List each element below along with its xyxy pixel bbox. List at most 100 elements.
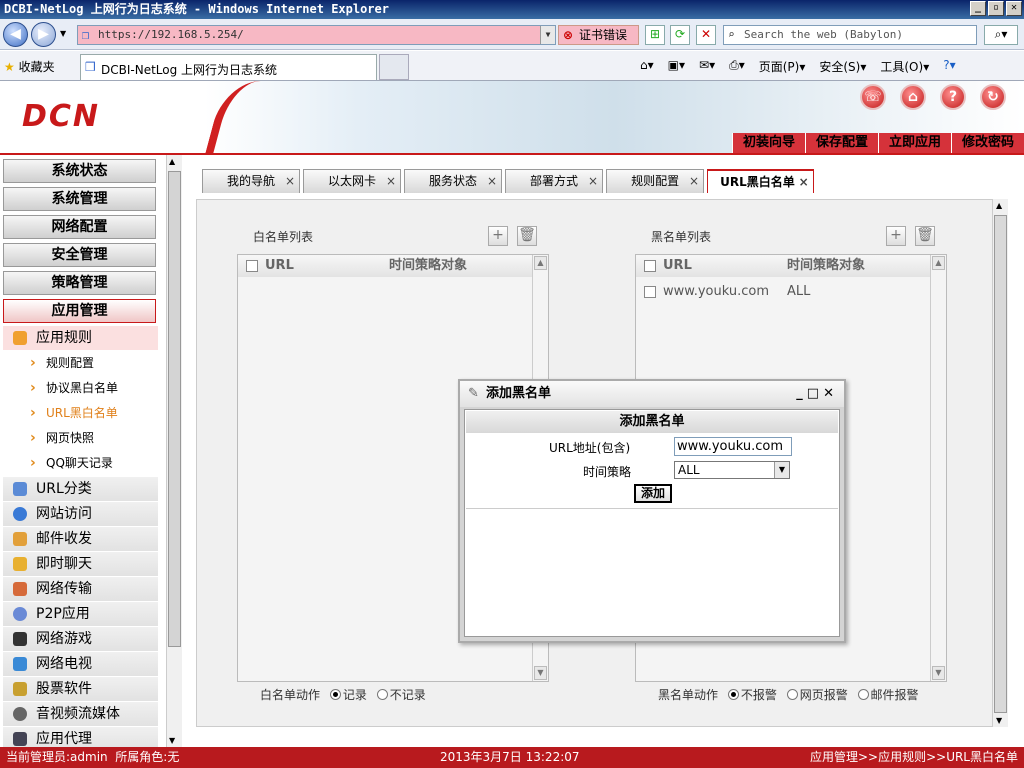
- sidebar-group-proxy[interactable]: 应用代理: [3, 727, 158, 747]
- sidebar-leaf-rule-config[interactable]: 规则配置: [26, 353, 94, 373]
- sidebar-group-im[interactable]: 即时聊天: [3, 552, 158, 576]
- menu-setup-wizard[interactable]: 初装向导: [731, 133, 805, 153]
- scroll-up-icon[interactable]: ▲: [932, 256, 945, 270]
- sidebar-group-games[interactable]: 网络游戏: [3, 627, 158, 651]
- blacklist-webalarm-radio[interactable]: [786, 689, 798, 700]
- sidebar-item-application[interactable]: 应用管理: [3, 299, 156, 323]
- mail-icon[interactable]: ✉▾: [699, 58, 715, 75]
- menu-apply-now[interactable]: 立即应用: [877, 133, 951, 153]
- scroll-down-icon[interactable]: ▼: [169, 736, 175, 745]
- browser-tab[interactable]: ❒ DCBI-NetLog 上网行为日志系统: [80, 54, 377, 80]
- stop-icon[interactable]: ✕: [696, 25, 716, 45]
- safety-menu[interactable]: 安全(S)▾: [819, 58, 866, 75]
- home-icon[interactable]: ⌂▾: [640, 58, 654, 75]
- sidebar-scroll-thumb[interactable]: [168, 171, 181, 647]
- sidebar-group-web-access[interactable]: 网站访问: [3, 502, 158, 526]
- blacklist-scrollbar[interactable]: ▲ ▼: [930, 255, 946, 681]
- close-icon[interactable]: ✕: [823, 386, 838, 401]
- sidebar-group-stocks[interactable]: 股票软件: [3, 677, 158, 701]
- address-bar[interactable]: ❒ https://192.168.5.254/ ▼: [77, 25, 556, 45]
- favorites-button[interactable]: ★ 收藏夹: [4, 58, 55, 75]
- sidebar-group-media[interactable]: 音视频流媒体: [3, 702, 158, 726]
- help-icon[interactable]: ?: [940, 84, 966, 110]
- feeds-icon[interactable]: ▣▾: [668, 58, 685, 75]
- sidebar-item-system-management[interactable]: 系统管理: [3, 187, 156, 211]
- menu-save-config[interactable]: 保存配置: [804, 133, 878, 153]
- sidebar-item-network-config[interactable]: 网络配置: [3, 215, 156, 239]
- sidebar-item-security[interactable]: 安全管理: [3, 243, 156, 267]
- sidebar-group-app-rules[interactable]: 应用规则: [3, 326, 158, 350]
- sidebar-leaf-url-list[interactable]: URL黑白名单: [26, 403, 118, 423]
- whitelist-select-all-checkbox[interactable]: [246, 260, 258, 272]
- back-button[interactable]: ◀: [3, 22, 28, 47]
- whitelist-record-radio[interactable]: [329, 689, 341, 700]
- sidebar-leaf-protocol-list[interactable]: 协议黑白名单: [26, 378, 118, 398]
- main-scroll-thumb[interactable]: [994, 215, 1007, 713]
- scroll-up-icon[interactable]: ▲: [534, 256, 547, 270]
- maximize-icon[interactable]: □: [807, 386, 823, 401]
- print-icon[interactable]: ⎙▾: [729, 58, 745, 75]
- phone-icon[interactable]: ☏: [860, 84, 886, 110]
- sidebar-item-system-status[interactable]: 系统状态: [3, 159, 156, 183]
- help-icon[interactable]: ?▾: [943, 58, 955, 75]
- add-button[interactable]: 添加: [634, 484, 672, 503]
- sidebar-scrollbar[interactable]: ▲ ▼: [166, 155, 182, 747]
- close-icon[interactable]: ×: [386, 170, 396, 192]
- minimize-icon[interactable]: _: [796, 386, 807, 401]
- blacklist-noalarm-radio[interactable]: [727, 689, 739, 700]
- sidebar-group-url-category[interactable]: URL分类: [3, 477, 158, 501]
- close-icon[interactable]: ×: [285, 170, 295, 192]
- sidebar-leaf-web-snapshot[interactable]: 网页快照: [26, 428, 94, 448]
- close-window-button[interactable]: ✕: [1006, 1, 1022, 16]
- whitelist-add-button[interactable]: +: [488, 226, 508, 246]
- blacklist-delete-button[interactable]: 🗑: [915, 226, 935, 246]
- home-icon[interactable]: ⌂: [900, 84, 926, 110]
- logout-icon[interactable]: ↻: [980, 84, 1006, 110]
- forward-button[interactable]: ▶: [31, 22, 56, 47]
- url-input[interactable]: www.youku.com: [674, 437, 792, 456]
- close-icon[interactable]: ×: [799, 171, 809, 193]
- chevron-down-icon[interactable]: ▼: [774, 462, 789, 478]
- history-dropdown-icon[interactable]: ▼: [60, 29, 66, 38]
- scroll-down-icon[interactable]: ▼: [932, 666, 945, 680]
- main-scrollbar[interactable]: ▲ ▼: [992, 199, 1008, 727]
- close-icon[interactable]: ×: [588, 170, 598, 192]
- sidebar-group-tv[interactable]: 网络电视: [3, 652, 158, 676]
- sidebar-leaf-qq-chat[interactable]: QQ聊天记录: [26, 453, 113, 473]
- dialog-titlebar[interactable]: ✎ 添加黑名单 _□✕: [460, 381, 844, 407]
- blacklist-mailalarm-radio[interactable]: [857, 689, 869, 700]
- blacklist-add-button[interactable]: +: [886, 226, 906, 246]
- row-checkbox[interactable]: [644, 286, 656, 298]
- sidebar-group-p2p[interactable]: P2P应用: [3, 602, 158, 626]
- tab-deployment[interactable]: 部署方式 ×: [505, 169, 604, 193]
- sidebar-item-policy[interactable]: 策略管理: [3, 271, 156, 295]
- refresh-icon[interactable]: ⟳: [670, 25, 690, 45]
- tab-url-list[interactable]: URL黑白名单 ×: [707, 169, 814, 193]
- maximize-button[interactable]: ▫: [988, 1, 1004, 16]
- policy-select[interactable]: ALL ▼: [674, 461, 790, 479]
- scroll-down-icon[interactable]: ▼: [996, 716, 1002, 725]
- tools-menu[interactable]: 工具(O)▾: [880, 58, 929, 75]
- tab-service-status[interactable]: 服务状态 ×: [404, 169, 503, 193]
- scroll-up-icon[interactable]: ▲: [169, 157, 175, 166]
- scroll-down-icon[interactable]: ▼: [534, 666, 547, 680]
- new-tab-button[interactable]: [379, 54, 409, 80]
- close-icon[interactable]: ×: [689, 170, 699, 192]
- whitelist-delete-button[interactable]: 🗑: [517, 226, 537, 246]
- blacklist-select-all-checkbox[interactable]: [644, 260, 656, 272]
- page-menu[interactable]: 页面(P)▾: [759, 58, 806, 75]
- minimize-button[interactable]: _: [970, 1, 986, 16]
- menu-change-password[interactable]: 修改密码: [950, 133, 1024, 153]
- scroll-up-icon[interactable]: ▲: [996, 201, 1002, 210]
- whitelist-norecord-radio[interactable]: [376, 689, 388, 700]
- address-dropdown-icon[interactable]: ▼: [540, 26, 555, 44]
- close-icon[interactable]: ×: [487, 170, 497, 192]
- search-input[interactable]: ⌕ Search the web (Babylon): [723, 25, 977, 45]
- tab-my-nav[interactable]: 我的导航 ×: [202, 169, 301, 193]
- sidebar-group-transfer[interactable]: 网络传输: [3, 577, 158, 601]
- search-go-button[interactable]: ⌕▾: [984, 25, 1018, 45]
- tab-rule-config[interactable]: 规则配置 ×: [606, 169, 705, 193]
- sidebar-group-mail[interactable]: 邮件收发: [3, 527, 158, 551]
- compatibility-view-icon[interactable]: ⊞: [645, 25, 665, 45]
- tab-ethernet[interactable]: 以太网卡 ×: [303, 169, 402, 193]
